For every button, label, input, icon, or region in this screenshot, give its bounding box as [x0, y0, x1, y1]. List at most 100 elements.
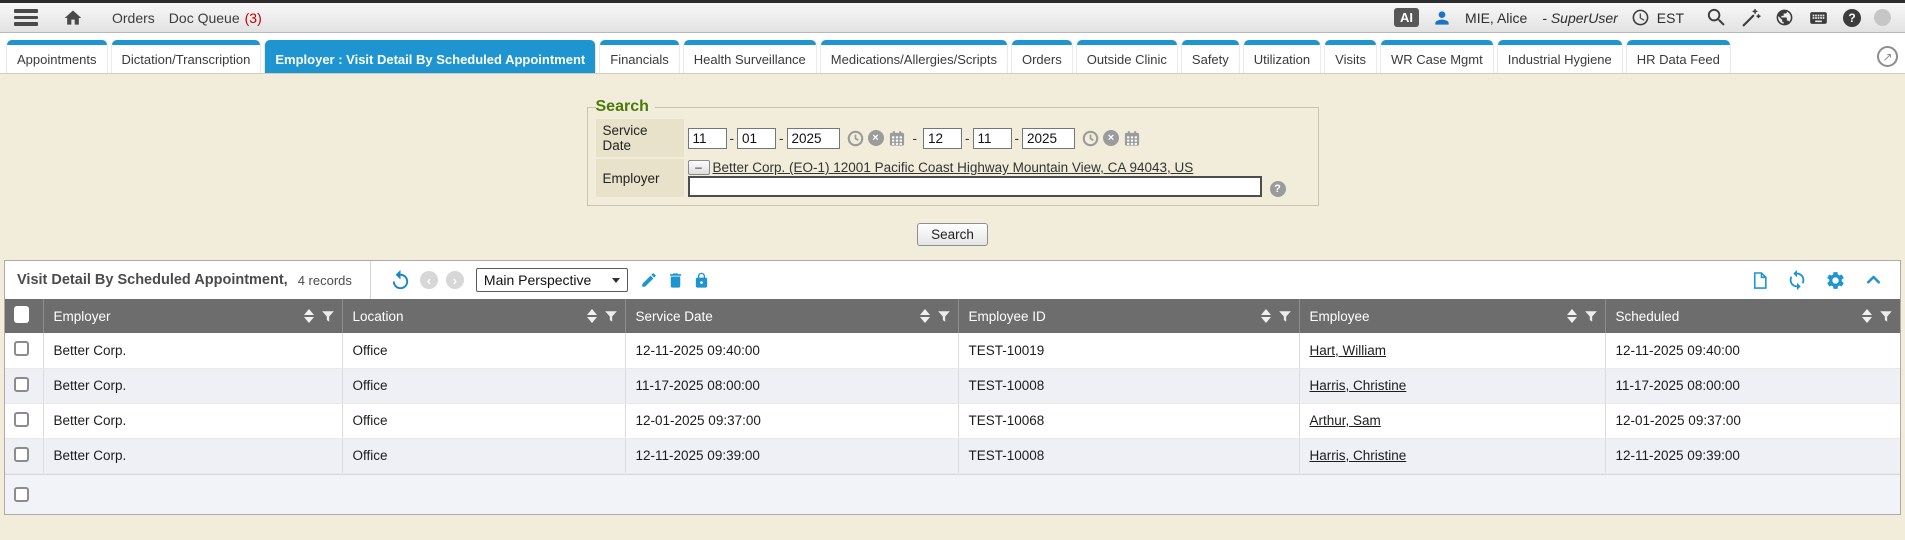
perspective-selected-value: Main Perspective [484, 272, 591, 288]
from-time-icon[interactable] [847, 130, 864, 147]
tab-appointments[interactable]: Appointments [7, 40, 107, 73]
tab-outside-clinic[interactable]: Outside Clinic [1077, 40, 1177, 73]
column-header-location[interactable]: Location [342, 299, 625, 333]
home-icon[interactable] [62, 8, 84, 28]
row-checkbox[interactable] [14, 412, 29, 427]
employee-link[interactable]: Harris, Christine [1310, 378, 1407, 393]
clock-icon[interactable] [1631, 8, 1650, 27]
from-year-input[interactable] [787, 128, 840, 149]
to-day-input[interactable] [973, 128, 1012, 149]
settings-gear-icon[interactable] [1825, 270, 1846, 291]
sort-icon[interactable] [1567, 309, 1577, 323]
sort-icon[interactable] [1862, 309, 1872, 323]
undo-icon[interactable] [389, 269, 412, 292]
user-name[interactable]: MIE, Alice [1465, 10, 1527, 26]
topbar-right-group: AI MIE, Alice - SuperUser EST ? [1394, 6, 1891, 29]
column-header-employee[interactable]: Employee [1299, 299, 1605, 333]
tab-dictation-transcription[interactable]: Dictation/Transcription [112, 40, 261, 73]
search-legend: Search [596, 98, 655, 116]
filter-icon[interactable] [1584, 309, 1598, 324]
breadcrumb-orders[interactable]: Orders [112, 10, 155, 26]
ai-badge[interactable]: AI [1394, 8, 1419, 27]
search-button[interactable]: Search [917, 223, 988, 246]
globe-icon[interactable] [1775, 8, 1794, 27]
status-circle-icon[interactable] [1874, 9, 1891, 26]
tab-visits[interactable]: Visits [1325, 40, 1376, 73]
filter-icon[interactable] [1278, 309, 1292, 324]
edit-perspective-icon[interactable] [640, 271, 658, 289]
tab-financials[interactable]: Financials [600, 40, 679, 73]
tab-safety[interactable]: Safety [1182, 40, 1239, 73]
to-clear-icon[interactable]: × [1103, 130, 1119, 146]
employee-link[interactable]: Arthur, Sam [1310, 413, 1381, 428]
collapse-panel-icon[interactable] [1863, 271, 1884, 289]
cell-scheduled: 12-11-2025 09:39:00 [1605, 438, 1900, 473]
breadcrumb-doc-queue[interactable]: Doc Queue [169, 10, 240, 26]
table-footer-row [5, 474, 1900, 514]
filter-icon[interactable] [1879, 309, 1893, 324]
table-row: Better Corp. Office 12-01-2025 09:37:00 … [5, 403, 1900, 438]
perspective-select[interactable]: Main Perspective [476, 268, 628, 292]
column-header-service-date[interactable]: Service Date [625, 299, 958, 333]
filter-icon[interactable] [321, 309, 335, 324]
tab-employer-visit-detail[interactable]: Employer : Visit Detail By Scheduled App… [265, 40, 595, 73]
help-icon[interactable]: ? [1843, 9, 1861, 27]
service-date-fields: - - × - - - × [686, 119, 1310, 157]
cell-scheduled: 12-11-2025 09:40:00 [1605, 333, 1900, 368]
employer-help-icon[interactable]: ? [1270, 181, 1286, 197]
sort-icon[interactable] [920, 309, 930, 323]
tab-health-surveillance[interactable]: Health Surveillance [684, 40, 816, 73]
employer-selected-value[interactable]: Better Corp. (EO-1) 12001 Pacific Coast … [713, 160, 1194, 175]
employee-link[interactable]: Hart, William [1310, 343, 1387, 358]
to-time-icon[interactable] [1082, 130, 1099, 147]
sort-icon[interactable] [1261, 309, 1271, 323]
date-separator: - [729, 131, 736, 146]
cell-employer: Better Corp. [43, 403, 342, 438]
sort-icon[interactable] [587, 309, 597, 323]
open-new-window-icon[interactable]: ↗ [1877, 46, 1898, 67]
tab-medications-allergies-scripts[interactable]: Medications/Allergies/Scripts [821, 40, 1007, 73]
magic-wand-icon[interactable] [1741, 7, 1762, 28]
from-day-input[interactable] [737, 128, 776, 149]
tab-wr-case-mgmt[interactable]: WR Case Mgmt [1381, 40, 1493, 73]
row-checkbox[interactable] [14, 377, 29, 392]
delete-perspective-icon[interactable] [666, 271, 685, 290]
nav-prev-icon[interactable]: ‹ [420, 271, 438, 289]
row-checkbox[interactable] [14, 447, 29, 462]
new-document-icon[interactable] [1750, 270, 1769, 291]
select-all-header[interactable] [5, 299, 43, 333]
employer-search-input[interactable] [688, 176, 1262, 197]
filter-icon[interactable] [937, 309, 951, 324]
user-icon[interactable] [1432, 8, 1452, 28]
lock-icon[interactable] [693, 272, 710, 289]
from-clear-icon[interactable]: × [868, 130, 884, 146]
to-year-input[interactable] [1022, 128, 1075, 149]
column-header-scheduled[interactable]: Scheduled [1605, 299, 1900, 333]
column-header-employee-id[interactable]: Employee ID [958, 299, 1299, 333]
from-calendar-icon[interactable] [888, 130, 906, 147]
results-title: Visit Detail By Scheduled Appointment, [17, 272, 288, 288]
nav-next-icon[interactable]: › [446, 271, 464, 289]
row-checkbox[interactable] [14, 341, 29, 356]
to-month-input[interactable] [923, 128, 962, 149]
keyboard-icon[interactable] [1807, 8, 1830, 28]
tab-orders[interactable]: Orders [1012, 40, 1072, 73]
sort-icon[interactable] [304, 309, 314, 323]
from-month-input[interactable] [688, 128, 727, 149]
select-all-checkbox[interactable] [14, 306, 29, 323]
column-header-employer[interactable]: Employer [43, 299, 342, 333]
employee-link[interactable]: Harris, Christine [1310, 448, 1407, 463]
footer-checkbox[interactable] [14, 487, 29, 502]
employer-label: Employer [596, 159, 684, 197]
tab-industrial-hygiene[interactable]: Industrial Hygiene [1498, 40, 1622, 73]
tab-hr-data-feed[interactable]: HR Data Feed [1627, 40, 1730, 73]
employer-remove-button[interactable]: – [688, 160, 710, 175]
date-separator: - [964, 131, 971, 146]
to-calendar-icon[interactable] [1123, 130, 1141, 147]
refresh-icon[interactable] [1786, 269, 1808, 291]
search-fieldset: Search Service Date - - × - - - [587, 98, 1319, 206]
tab-utilization[interactable]: Utilization [1244, 40, 1320, 73]
search-icon[interactable] [1705, 6, 1728, 29]
menu-icon[interactable] [14, 9, 38, 26]
filter-icon[interactable] [604, 309, 618, 324]
